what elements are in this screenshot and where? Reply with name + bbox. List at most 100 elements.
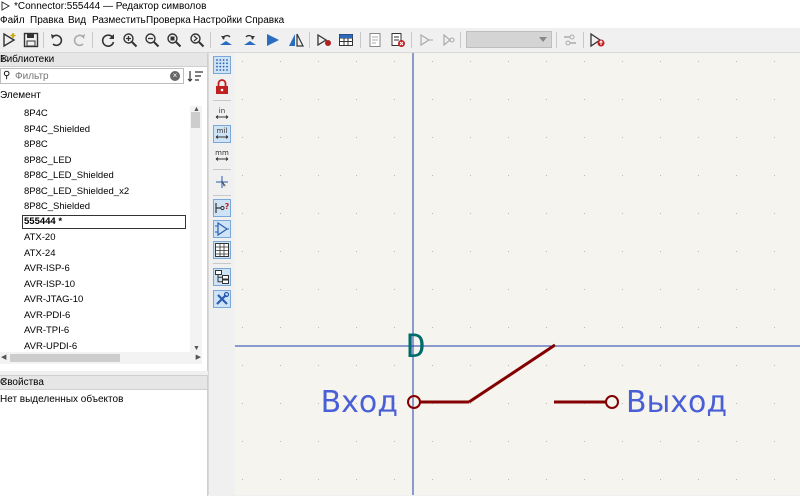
hierarchy-icon[interactable] (213, 268, 231, 286)
reference-designator[interactable]: D (406, 327, 425, 365)
scroll-right-icon[interactable]: ▶ (196, 353, 201, 361)
clear-filter-icon[interactable]: × (170, 71, 180, 81)
grid-dot (736, 99, 737, 100)
list-item[interactable]: AVR-PDI-6 (24, 310, 70, 321)
list-item[interactable]: ATX-20 (24, 232, 56, 243)
input-pin-label[interactable]: Вход (321, 385, 398, 420)
scroll-down-icon[interactable]: ▼ (193, 345, 200, 352)
menu-help[interactable]: Справка (245, 15, 284, 26)
grid-dot (508, 175, 509, 176)
tree-horizontal-scrollbar[interactable]: ◀ ▶ (0, 352, 202, 364)
close-icon[interactable]: ✕ (0, 377, 204, 388)
grid-dot (584, 175, 585, 176)
units-inch-label: in (219, 107, 225, 115)
zoom-out-icon[interactable] (143, 31, 161, 49)
sort-icon[interactable] (187, 68, 205, 84)
scrollbar-thumb[interactable] (191, 112, 200, 128)
zoom-in-icon[interactable] (121, 31, 139, 49)
mirror-horizontal-icon[interactable] (264, 31, 282, 49)
pin-table-icon[interactable] (213, 241, 231, 259)
lock-icon[interactable] (213, 78, 231, 96)
grid-dot (242, 327, 243, 328)
list-item[interactable]: 8P8C_Shielded (24, 201, 90, 212)
unit-selector[interactable] (466, 31, 552, 48)
grid-dot (508, 403, 509, 404)
list-item[interactable]: AVR-JTAG-10 (24, 294, 83, 305)
list-item-selected[interactable]: 555444 * (22, 215, 186, 229)
list-item[interactable]: 8P8C_LED (24, 155, 72, 166)
units-inch-icon[interactable]: in (213, 105, 231, 123)
grid-dot (508, 441, 509, 442)
rotate-ccw-icon[interactable] (217, 31, 235, 49)
pin-table-icon[interactable] (337, 31, 355, 49)
list-item[interactable]: 8P8C (24, 139, 48, 150)
datasheet-icon[interactable] (366, 31, 384, 49)
switch-contact[interactable] (468, 343, 556, 404)
electrical-rules-check-icon[interactable] (389, 31, 407, 49)
grid-dot (470, 213, 471, 214)
zoom-selection-icon[interactable] (188, 31, 206, 49)
grid-icon[interactable] (213, 56, 231, 74)
sync-pins-icon[interactable] (561, 31, 579, 49)
units-mm-icon[interactable]: mm (213, 147, 231, 165)
grid-dot (546, 175, 547, 176)
menu-place[interactable]: Разместить (92, 15, 146, 26)
list-item[interactable]: 8P4C_Shielded (24, 124, 90, 135)
close-icon[interactable]: ✕ (0, 54, 204, 65)
input-pin-circle[interactable] (407, 395, 421, 409)
zoom-fit-icon[interactable] (165, 31, 183, 49)
list-item[interactable]: AVR-ISP-6 (24, 263, 70, 274)
redo-icon[interactable] (70, 31, 88, 49)
grid-dot (736, 403, 737, 404)
grid-dot (318, 213, 319, 214)
symbol-tree: Элемент 8P4C 8P4C_Shielded 8P8C 8P8C_LED… (0, 90, 190, 352)
scroll-left-icon[interactable]: ◀ (1, 353, 6, 361)
rotate-cw-icon[interactable] (241, 31, 259, 49)
list-item[interactable]: AVR-UPDI-6 (24, 341, 77, 352)
refresh-icon[interactable] (99, 31, 117, 49)
menu-preferences[interactable]: Настройки (193, 15, 242, 26)
update-symbol-icon[interactable] (588, 31, 606, 49)
grid-dot (508, 137, 509, 138)
menu-view[interactable]: Вид (68, 15, 86, 26)
list-item[interactable]: 8P8C_LED_Shielded (24, 170, 114, 181)
grid-dot (622, 213, 623, 214)
new-symbol-icon[interactable] (1, 31, 19, 49)
tree-column-header: Элемент (0, 90, 41, 101)
grid-dot (774, 327, 775, 328)
cursor-icon[interactable] (213, 173, 231, 191)
grid-dot (470, 61, 471, 62)
pin-type-icon[interactable]: ? (213, 199, 231, 217)
menu-file[interactable]: Файл (0, 15, 25, 26)
grid-dot (432, 99, 433, 100)
save-icon[interactable] (22, 31, 40, 49)
scrollbar-thumb[interactable] (10, 354, 120, 362)
tree-vertical-scrollbar[interactable]: ▲ ▼ (190, 106, 202, 352)
output-pin-circle[interactable] (605, 395, 619, 409)
list-item[interactable]: ATX-24 (24, 248, 56, 259)
grid-dot (584, 99, 585, 100)
grid-dot (774, 175, 775, 176)
filter-input[interactable] (15, 70, 165, 82)
menu-inspect[interactable]: Проверка (146, 15, 191, 26)
grid-dot (774, 441, 775, 442)
symbol-properties-icon[interactable] (315, 31, 333, 49)
grid-dot (242, 365, 243, 366)
undo-icon[interactable] (48, 31, 66, 49)
tools-icon[interactable] (213, 290, 231, 308)
grid-dot (394, 479, 395, 480)
grid-dot (660, 327, 661, 328)
symbol-pins-icon[interactable] (213, 220, 231, 238)
unit-icon[interactable] (417, 31, 435, 49)
grid-dot (622, 479, 623, 480)
mirror-vertical-icon[interactable] (287, 31, 305, 49)
units-mil-icon[interactable]: mil (213, 125, 231, 143)
list-item[interactable]: AVR-TPI-6 (24, 325, 69, 336)
symbol-canvas[interactable]: D Вход Выход (235, 53, 800, 495)
menu-edit[interactable]: Правка (30, 15, 64, 26)
list-item[interactable]: 8P8C_LED_Shielded_x2 (24, 186, 129, 197)
body-style-icon[interactable] (439, 31, 457, 49)
list-item[interactable]: AVR-ISP-10 (24, 279, 75, 290)
list-item[interactable]: 8P4C (24, 108, 48, 119)
output-pin-label[interactable]: Выход (626, 385, 727, 420)
